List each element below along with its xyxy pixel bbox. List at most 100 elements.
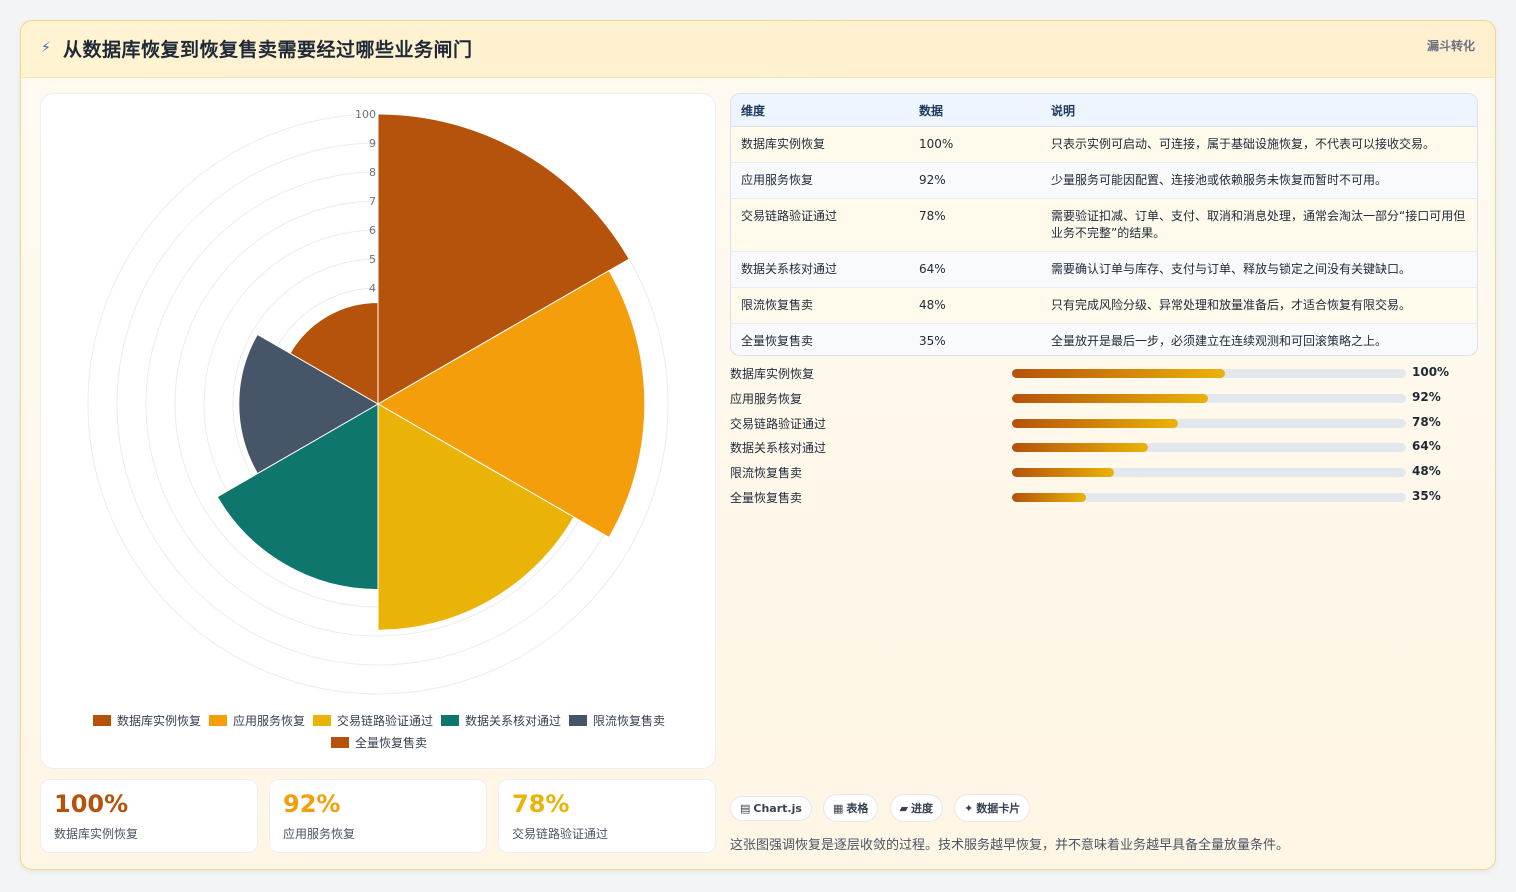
main-card: ⚡ 从数据库恢复到恢复售卖需要经过哪些业务闸门 漏斗转化 100 9 8 7 6 5 4 数… — [20, 20, 1496, 870]
header-bar: ⚡ 从数据库恢复到恢复售卖需要经过哪些业务闸门 漏斗转化 — [21, 21, 1495, 78]
progress-fill — [1012, 418, 1178, 428]
cell-note: 只有完成风险分级、异常处理和放量准备后，才适合恢复有限交易。 — [1041, 287, 1477, 324]
stat-value: 100% — [54, 790, 129, 818]
cell-value: 35% — [909, 323, 1041, 355]
progress-label: 数据库实例恢复 — [730, 367, 815, 381]
radial-tick-label: 9 — [369, 137, 376, 150]
table-row: 数据库实例恢复 100% 只表示实例可启动、可连接，属于基础设施恢复，不代表可以… — [731, 126, 1477, 163]
legend-label: 全量恢复售卖 — [354, 736, 427, 750]
cell-value: 100% — [909, 126, 1041, 163]
chip-chartjs[interactable]: ▤ Chart.js — [730, 796, 812, 821]
cell-dimension: 交易链路验证通过 — [731, 198, 909, 252]
stat-value: 92% — [283, 790, 341, 818]
progress-row: 应用服务恢复 92% — [730, 388, 1476, 408]
legend-item[interactable]: 数据关系核对通过 — [441, 710, 561, 732]
legend-item[interactable]: 交易链路验证通过 — [312, 710, 433, 732]
progress-icon: ▰ — [899, 802, 908, 815]
column-header: 数据 — [909, 94, 1041, 127]
progress-fill — [1012, 493, 1087, 502]
column-header: 说明 — [1041, 94, 1477, 127]
sparkle-icon: ✦ — [964, 802, 974, 815]
chip-progress[interactable]: ▰ 进度 — [889, 794, 943, 822]
stat-card-2: 92% 应用服务恢复 — [269, 779, 487, 853]
progress-label: 数据关系核对通过 — [730, 441, 827, 456]
chip-label: 数据卡片 — [976, 802, 1021, 815]
legend-label: 限流恢复售卖 — [593, 714, 666, 728]
legend-item[interactable]: 全量恢复售卖 — [330, 732, 427, 754]
progress-row: 数据关系核对通过 64% — [730, 437, 1476, 457]
radial-tick-label: 100 — [355, 108, 376, 121]
legend-label: 交易链路验证通过 — [336, 714, 433, 728]
cell-dimension: 数据关系核对通过 — [731, 251, 909, 288]
progress-row: 全量恢复售卖 35% — [730, 487, 1476, 507]
chart-type-tag: 漏斗转化 — [1426, 39, 1475, 53]
cell-value: 48% — [909, 287, 1041, 324]
tech-chips: ▤ Chart.js ▦ 表格 ▰ 进度 ✦ 数据卡片 — [730, 794, 1036, 822]
legend-item[interactable]: 限流恢复售卖 — [569, 710, 665, 732]
progress-label: 限流恢复售卖 — [730, 466, 803, 481]
polar-area-chart: 100 9 8 7 6 5 4 — [87, 108, 669, 695]
cell-note: 全量放开是最后一步，必须建立在连续观测和可回滚策略之上。 — [1041, 323, 1477, 355]
lightning-icon: ⚡ — [41, 40, 51, 56]
legend-item[interactable]: 应用服务恢复 — [208, 710, 305, 732]
progress-value: 92% — [1412, 389, 1441, 404]
legend-swatch — [330, 737, 349, 748]
radial-tick-label: 5 — [369, 253, 376, 266]
cell-dimension: 限流恢复售卖 — [731, 287, 909, 324]
footnote: 这张图强调恢复是逐层收敛的过程。技术服务越早恢复，并不意味着业务越早具备全量放量… — [730, 838, 1290, 853]
progress-fill — [1012, 369, 1225, 378]
table-row: 全量恢复售卖 35% 全量放开是最后一步，必须建立在连续观测和可回滚策略之上。 — [731, 323, 1477, 355]
chip-data-card[interactable]: ✦ 数据卡片 — [954, 794, 1031, 822]
progress-track — [1012, 468, 1406, 478]
table-header-row: 维度 数据 说明 — [731, 94, 1477, 127]
chart-panel: 100 9 8 7 6 5 4 数据库实例恢复 应用服务恢复 交易链路验证通过 数据关系核对通过 限… — [40, 93, 716, 769]
stat-label: 数据库实例恢复 — [54, 827, 139, 841]
cell-value: 78% — [909, 198, 1041, 252]
cell-dimension: 应用服务恢复 — [731, 162, 909, 199]
cell-value: 92% — [909, 162, 1041, 199]
progress-value: 78% — [1412, 414, 1441, 429]
legend-swatch — [208, 715, 227, 726]
progress-track — [1012, 493, 1406, 502]
radial-tick-label: 4 — [369, 282, 376, 295]
stat-card-3: 78% 交易链路验证通过 — [498, 779, 716, 853]
progress-row: 交易链路验证通过 78% — [730, 413, 1476, 433]
progress-fill — [1012, 443, 1149, 453]
progress-row: 限流恢复售卖 48% — [730, 462, 1476, 482]
chart-icon: ▤ — [740, 802, 751, 815]
progress-value: 35% — [1412, 489, 1441, 503]
progress-label: 交易链路验证通过 — [730, 416, 827, 431]
cell-note: 需要验证扣减、订单、支付、取消和消息处理，通常会淘汰一部分“接口可用但业务不完整… — [1041, 198, 1477, 252]
progress-track — [1012, 369, 1406, 378]
progress-track — [1012, 443, 1406, 453]
legend-label: 应用服务恢复 — [232, 714, 305, 728]
page-title: 从数据库恢复到恢复售卖需要经过哪些业务闸门 — [63, 39, 473, 61]
table-row: 应用服务恢复 92% 少量服务可能因配置、连接池或依赖服务未恢复而暂时不可用。 — [731, 162, 1477, 199]
radial-tick-label: 7 — [369, 195, 376, 208]
stat-label: 应用服务恢复 — [283, 827, 356, 841]
table-row: 交易链路验证通过 78% 需要验证扣减、订单、支付、取消和消息处理，通常会淘汰一… — [731, 198, 1477, 252]
chip-label: Chart.js — [753, 802, 802, 815]
cell-dimension: 数据库实例恢复 — [731, 126, 909, 163]
radial-tick-label: 6 — [369, 224, 376, 237]
progress-row: 数据库实例恢复 100% — [730, 363, 1476, 383]
stat-value: 78% — [512, 790, 570, 818]
cell-note: 少量服务可能因配置、连接池或依赖服务未恢复而暂时不可用。 — [1041, 162, 1477, 199]
chip-label: 表格 — [846, 802, 869, 815]
table-icon: ▦ — [833, 802, 844, 815]
legend-item[interactable]: 数据库实例恢复 — [92, 710, 201, 732]
cell-dimension: 全量恢复售卖 — [731, 323, 909, 355]
progress-label: 全量恢复售卖 — [730, 491, 803, 505]
chip-label: 进度 — [910, 802, 933, 815]
legend-swatch — [441, 715, 459, 726]
chip-table[interactable]: ▦ 表格 — [823, 794, 879, 822]
stat-card-1: 100% 数据库实例恢复 — [40, 779, 258, 853]
progress-value: 64% — [1412, 439, 1441, 454]
progress-value: 48% — [1412, 464, 1441, 479]
cell-note: 需要确认订单与库存、支付与订单、释放与锁定之间没有关键缺口。 — [1041, 251, 1477, 288]
legend-swatch — [312, 715, 331, 726]
radial-tick-label: 8 — [369, 166, 376, 179]
legend-swatch — [92, 715, 111, 726]
stat-label: 交易链路验证通过 — [512, 827, 609, 841]
progress-value: 100% — [1412, 365, 1450, 379]
